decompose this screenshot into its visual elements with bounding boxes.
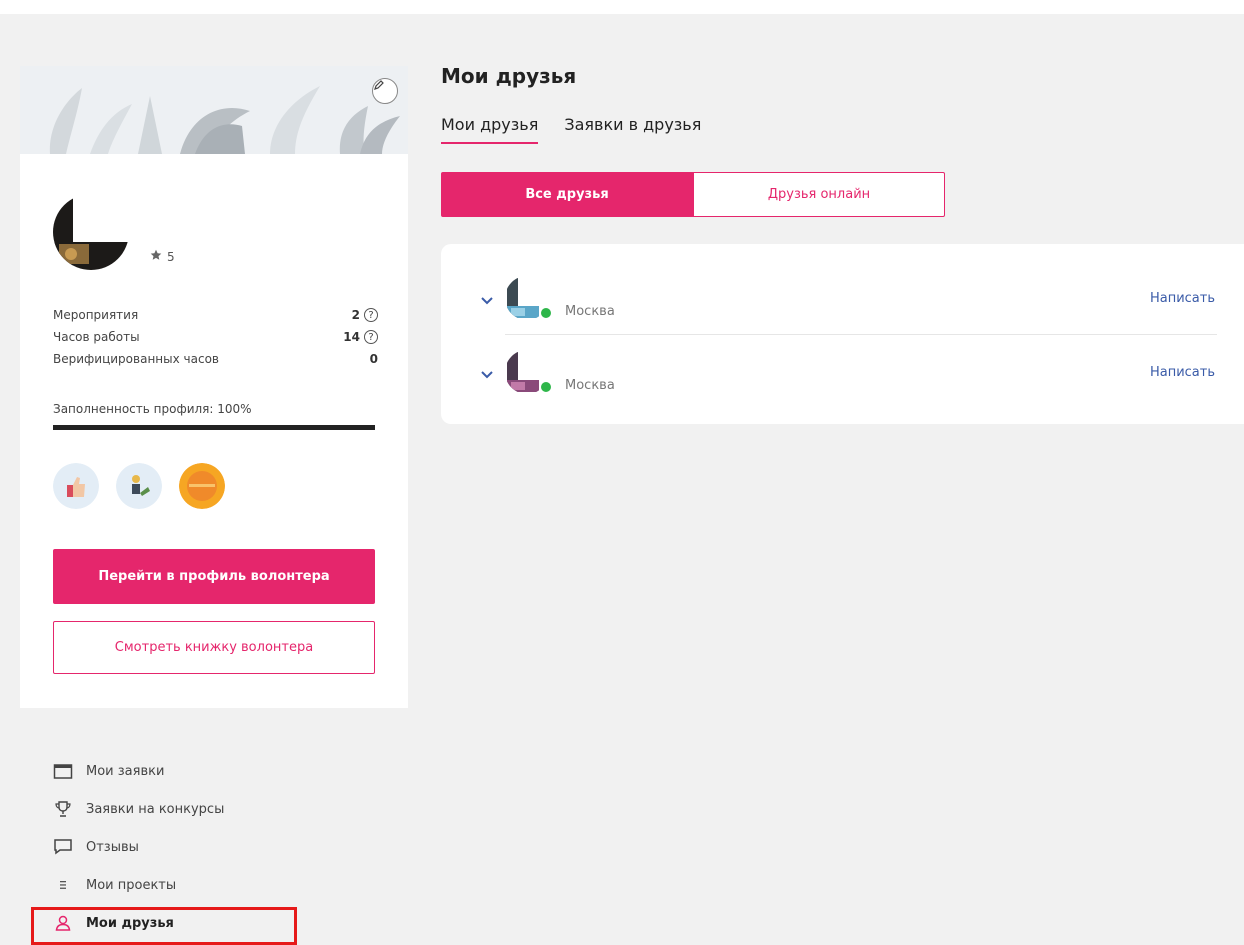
achievement-badges [53,463,225,509]
sidebar-item-contest-requests[interactable]: Заявки на конкурсы [40,790,224,828]
list-item: Москва Написать [441,266,1244,340]
chevron-down-icon[interactable] [481,364,493,383]
star-icon [150,249,162,264]
stat-value: 14 [343,330,360,344]
sidebar-item-label: Мои проекты [86,877,177,893]
stat-value: 0 [369,352,378,366]
help-icon[interactable]: ? [364,308,378,322]
chevron-down-icon[interactable] [481,290,493,309]
top-strip [0,0,1244,14]
friends-tabs: Мои друзья Заявки в друзья [441,115,701,144]
stat-row-events: Мероприятия 2 ? [53,304,378,326]
friend-city: Москва [565,304,615,319]
online-status-indicator [539,306,553,320]
sidebar-item-my-requests[interactable]: Мои заявки [40,752,224,790]
list-icon [52,874,74,896]
edit-cover-button[interactable] [372,78,398,104]
profile-fill-bar [53,425,375,430]
selection-highlight-box [31,907,297,945]
view-volunteer-book-button[interactable]: Смотреть книжку волонтера [53,621,375,674]
write-message-link[interactable]: Написать [1150,291,1215,306]
stat-label: Мероприятия [53,308,139,322]
tab-friend-requests[interactable]: Заявки в друзья [564,115,701,144]
stat-value: 2 [351,308,360,322]
sidebar-item-label: Мои заявки [86,763,165,779]
list-item: Москва Написать [441,340,1244,414]
rating-value: 5 [167,249,175,264]
profile-fill-progress [53,425,375,430]
profile-banner [20,66,408,154]
stat-label: Часов работы [53,330,140,344]
volunteer-badge-icon[interactable] [116,463,162,509]
row-divider [505,334,1217,335]
avatar[interactable] [53,194,129,270]
profile-fill-label: Заполненность профиля: 100% [53,402,252,416]
friend-city: Москва [565,378,615,393]
banner-leaves-illustration [49,86,400,154]
online-status-indicator [539,380,553,394]
go-to-volunteer-profile-button[interactable]: Перейти в профиль волонтера [53,549,375,604]
stat-row-verified-hours: Верифицированных часов 0 [53,348,378,370]
all-friends-button[interactable]: Все друзья [441,172,693,217]
profile-stats: Мероприятия 2 ? Часов работы 14 ? Верифи… [53,304,378,370]
online-friends-button[interactable]: Друзья онлайн [693,172,945,217]
orange-badge-icon[interactable] [179,463,225,509]
sidebar-item-my-projects[interactable]: Мои проекты [40,866,224,904]
comment-icon [52,836,74,858]
sidebar-item-reviews[interactable]: Отзывы [40,828,224,866]
stat-label: Верифицированных часов [53,352,219,366]
stat-row-hours: Часов работы 14 ? [53,326,378,348]
sidebar-item-label: Отзывы [86,839,139,855]
write-message-link[interactable]: Написать [1150,365,1215,380]
page-title: Мои друзья [441,64,577,88]
tab-my-friends[interactable]: Мои друзья [441,115,539,144]
rating: 5 [150,249,175,264]
help-icon[interactable]: ? [364,330,378,344]
friends-list: Москва Написать Москва Написать [441,244,1244,424]
trophy-icon [52,798,74,820]
profile-card: 5 Мероприятия 2 ? Часов работы 14 ? Вери… [20,66,408,708]
calendar-icon [52,760,74,782]
friends-filter: Все друзья Друзья онлайн [441,172,945,217]
sidebar-item-label: Заявки на конкурсы [86,801,225,817]
thumbs-up-badge-icon[interactable] [53,463,99,509]
